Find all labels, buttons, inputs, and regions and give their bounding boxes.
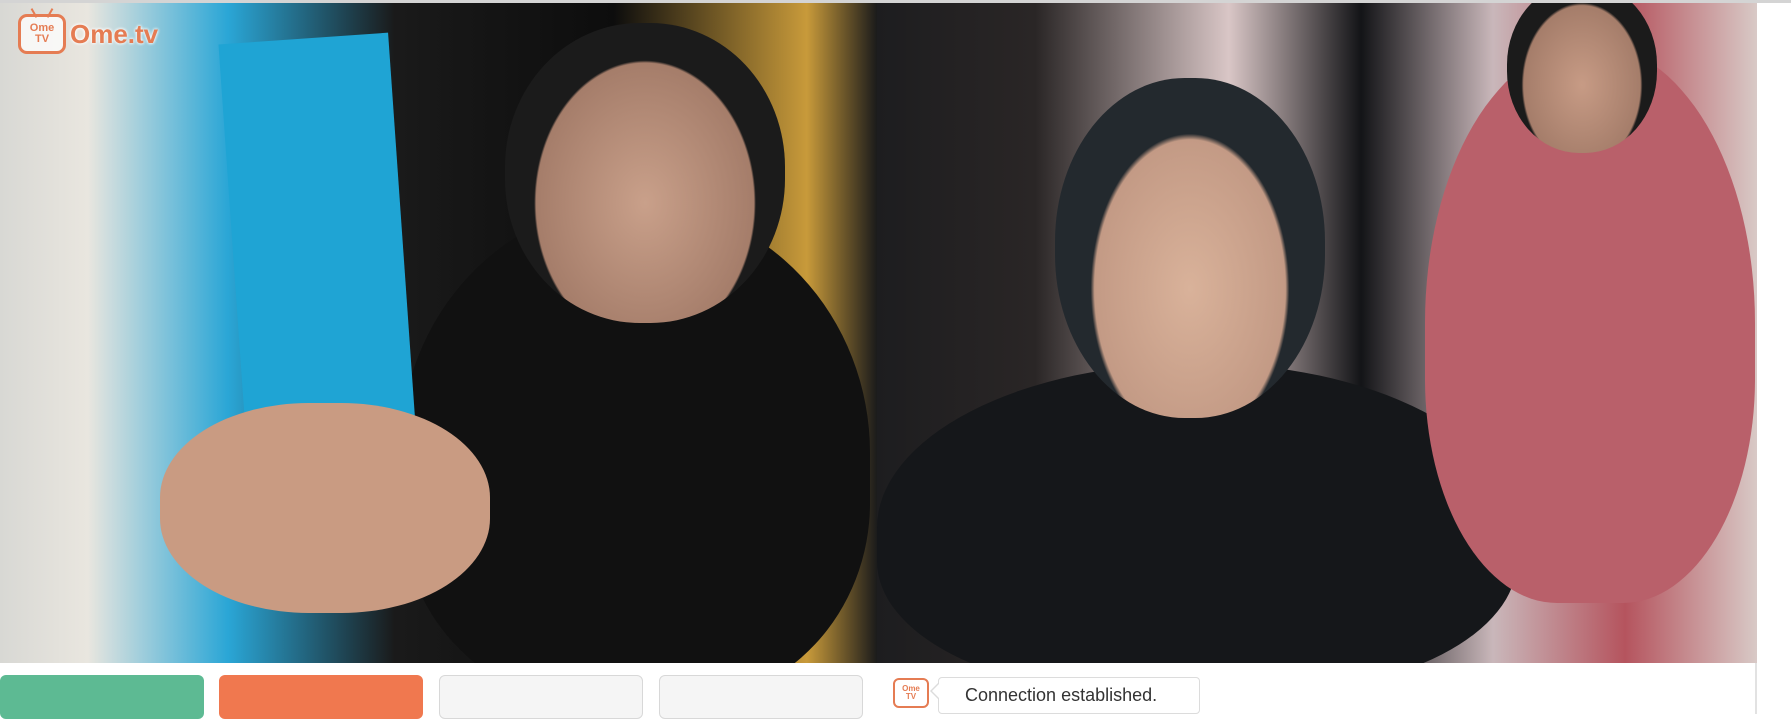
- ometv-logo[interactable]: Ome TV Ome.tv: [18, 14, 158, 54]
- logo-tv-line2: TV: [34, 33, 50, 45]
- chat-logo-line2: TV: [905, 692, 917, 701]
- stop-button[interactable]: [219, 675, 423, 719]
- option-button-2[interactable]: [659, 675, 863, 719]
- remote-video-feed: [877, 3, 1757, 663]
- system-message-bubble: Connection established.: [930, 677, 1200, 714]
- start-button[interactable]: [0, 675, 204, 719]
- logo-text: Ome.tv: [70, 18, 159, 49]
- local-person-head: [505, 23, 785, 323]
- system-message-text: Connection established.: [965, 685, 1158, 705]
- chat-tv-logo-icon: Ome TV: [893, 678, 929, 708]
- tv-logo-icon: Ome TV: [18, 14, 66, 54]
- local-hand: [160, 403, 490, 613]
- local-video-feed: [0, 3, 877, 663]
- option-button-1[interactable]: [439, 675, 643, 719]
- remote-person-head: [1055, 78, 1325, 418]
- right-margin: [1757, 3, 1791, 714]
- remote-second-person-head: [1507, 3, 1657, 153]
